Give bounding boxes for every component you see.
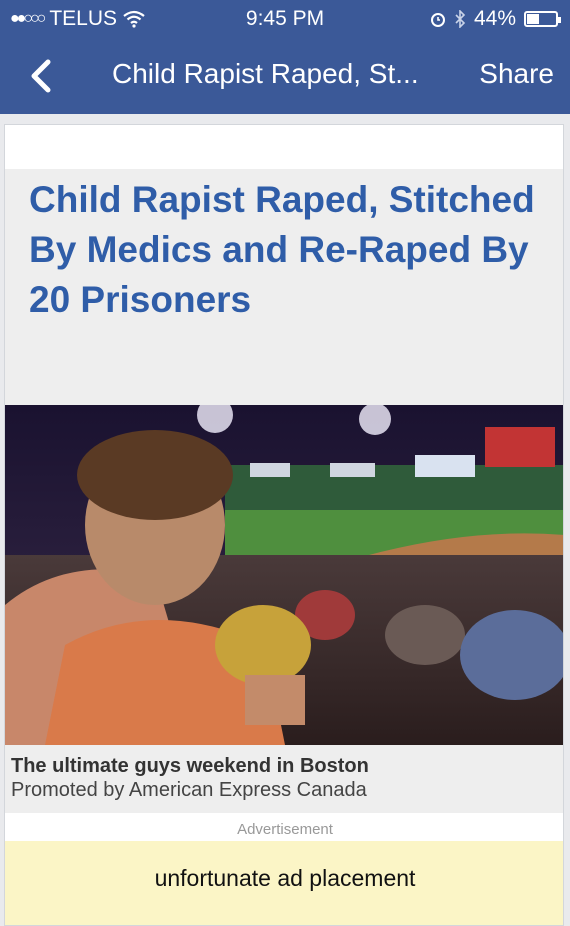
- promo-photo[interactable]: [5, 405, 563, 745]
- article-card[interactable]: Child Rapist Raped, Stitched By Medics a…: [4, 124, 564, 926]
- bluetooth-icon: [455, 10, 466, 28]
- battery-tip: [558, 17, 561, 23]
- battery-percent: 44%: [473, 7, 516, 30]
- article-headline[interactable]: Child Rapist Raped, Stitched By Medics a…: [29, 175, 539, 325]
- nav-title: Child Rapist Raped, St...: [112, 58, 419, 89]
- share-button[interactable]: Share: [479, 58, 554, 90]
- chevron-left-icon[interactable]: [26, 56, 56, 100]
- status-right: 44%: [430, 7, 561, 31]
- navigation-bar: Child Rapist Raped, St... Share: [0, 38, 570, 114]
- annotation-box: unfortunate ad placement: [5, 841, 563, 925]
- status-bar: ●●○○○ TELUS 9:45 PM 44%: [0, 0, 570, 38]
- alarm-clock-icon: [430, 13, 445, 27]
- annotation-text: unfortunate ad placement: [154, 865, 416, 891]
- stadium-photo-image: [5, 405, 563, 745]
- battery-icon: [524, 11, 561, 27]
- promo-title[interactable]: The ultimate guys weekend in Boston: [11, 755, 369, 778]
- promo-caption[interactable]: The ultimate guys weekend in Boston Prom…: [5, 745, 563, 813]
- content-area: Child Rapist Raped, Stitched By Medics a…: [0, 114, 570, 926]
- headline-block: Child Rapist Raped, Stitched By Medics a…: [5, 169, 563, 405]
- battery-level: [527, 14, 539, 24]
- advertisement-label: Advertisement: [237, 821, 333, 838]
- promo-sponsor: Promoted by American Express Canada: [11, 779, 367, 801]
